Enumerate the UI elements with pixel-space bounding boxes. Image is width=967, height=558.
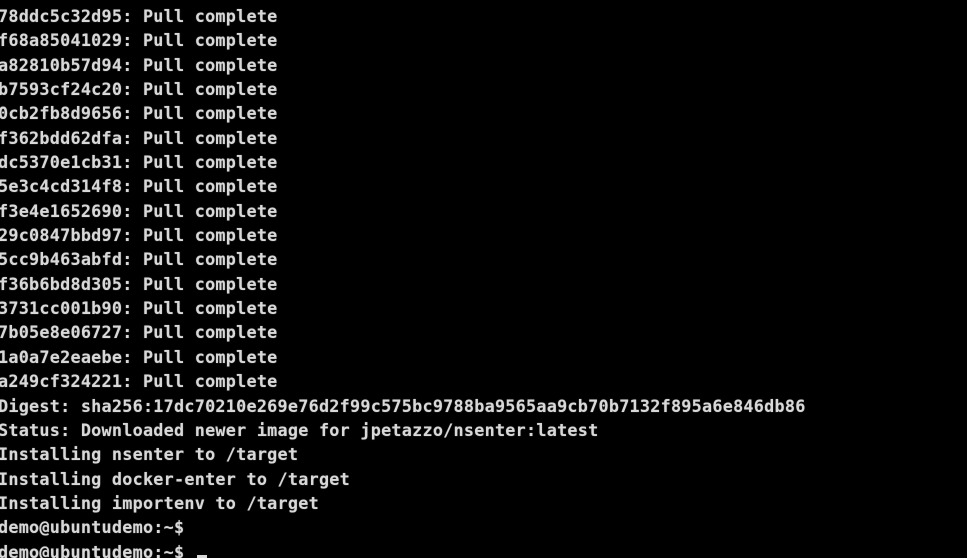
terminal-line: f362bdd62dfa: Pull complete — [0, 127, 278, 148]
shell-prompt: demo@ubuntudemo:~$ — [0, 541, 195, 558]
terminal-line: f68a85041029: Pull complete — [0, 30, 278, 51]
terminal-line: 1a0a7e2eaebe: Pull complete — [0, 346, 278, 367]
terminal-line: f3e4e1652690: Pull complete — [0, 200, 278, 221]
terminal-output: 78ddc5c32d95: Pull complete f68a85041029:… — [0, 4, 806, 558]
digest-line: Digest: sha256:17dc70210e269e76d2f99c575… — [0, 395, 806, 416]
terminal-line: dc5370e1cb31: Pull complete — [0, 152, 278, 173]
terminal-line: 29c0847bbd97: Pull complete — [0, 225, 278, 246]
install-line: Installing importenv to /target — [0, 492, 319, 513]
terminal-line: 0cb2fb8d9656: Pull complete — [0, 103, 278, 124]
status-line: Status: Downloaded newer image for jpeta… — [0, 419, 599, 440]
terminal-line: f36b6bd8d305: Pull complete — [0, 273, 278, 294]
terminal-line: a249cf324221: Pull complete — [0, 371, 278, 392]
install-line: Installing docker-enter to /target — [0, 468, 351, 489]
active-prompt-line[interactable]: demo@ubuntudemo:~$ — [0, 540, 806, 558]
shell-prompt: demo@ubuntudemo:~$ — [0, 517, 185, 538]
terminal-line: 3731cc001b90: Pull complete — [0, 298, 278, 319]
terminal-line: 5e3c4cd314f8: Pull complete — [0, 176, 278, 197]
install-line: Installing nsenter to /target — [0, 444, 299, 465]
terminal-window[interactable]: 78ddc5c32d95: Pull complete f68a85041029:… — [0, 0, 967, 558]
terminal-line: 7b05e8e06727: Pull complete — [0, 322, 278, 343]
terminal-line: b7593cf24c20: Pull complete — [0, 79, 278, 100]
terminal-line: a82810b57d94: Pull complete — [0, 54, 278, 75]
text-cursor — [196, 554, 207, 558]
terminal-line: 78ddc5c32d95: Pull complete — [0, 6, 278, 26]
terminal-line: 5cc9b463abfd: Pull complete — [0, 249, 278, 270]
